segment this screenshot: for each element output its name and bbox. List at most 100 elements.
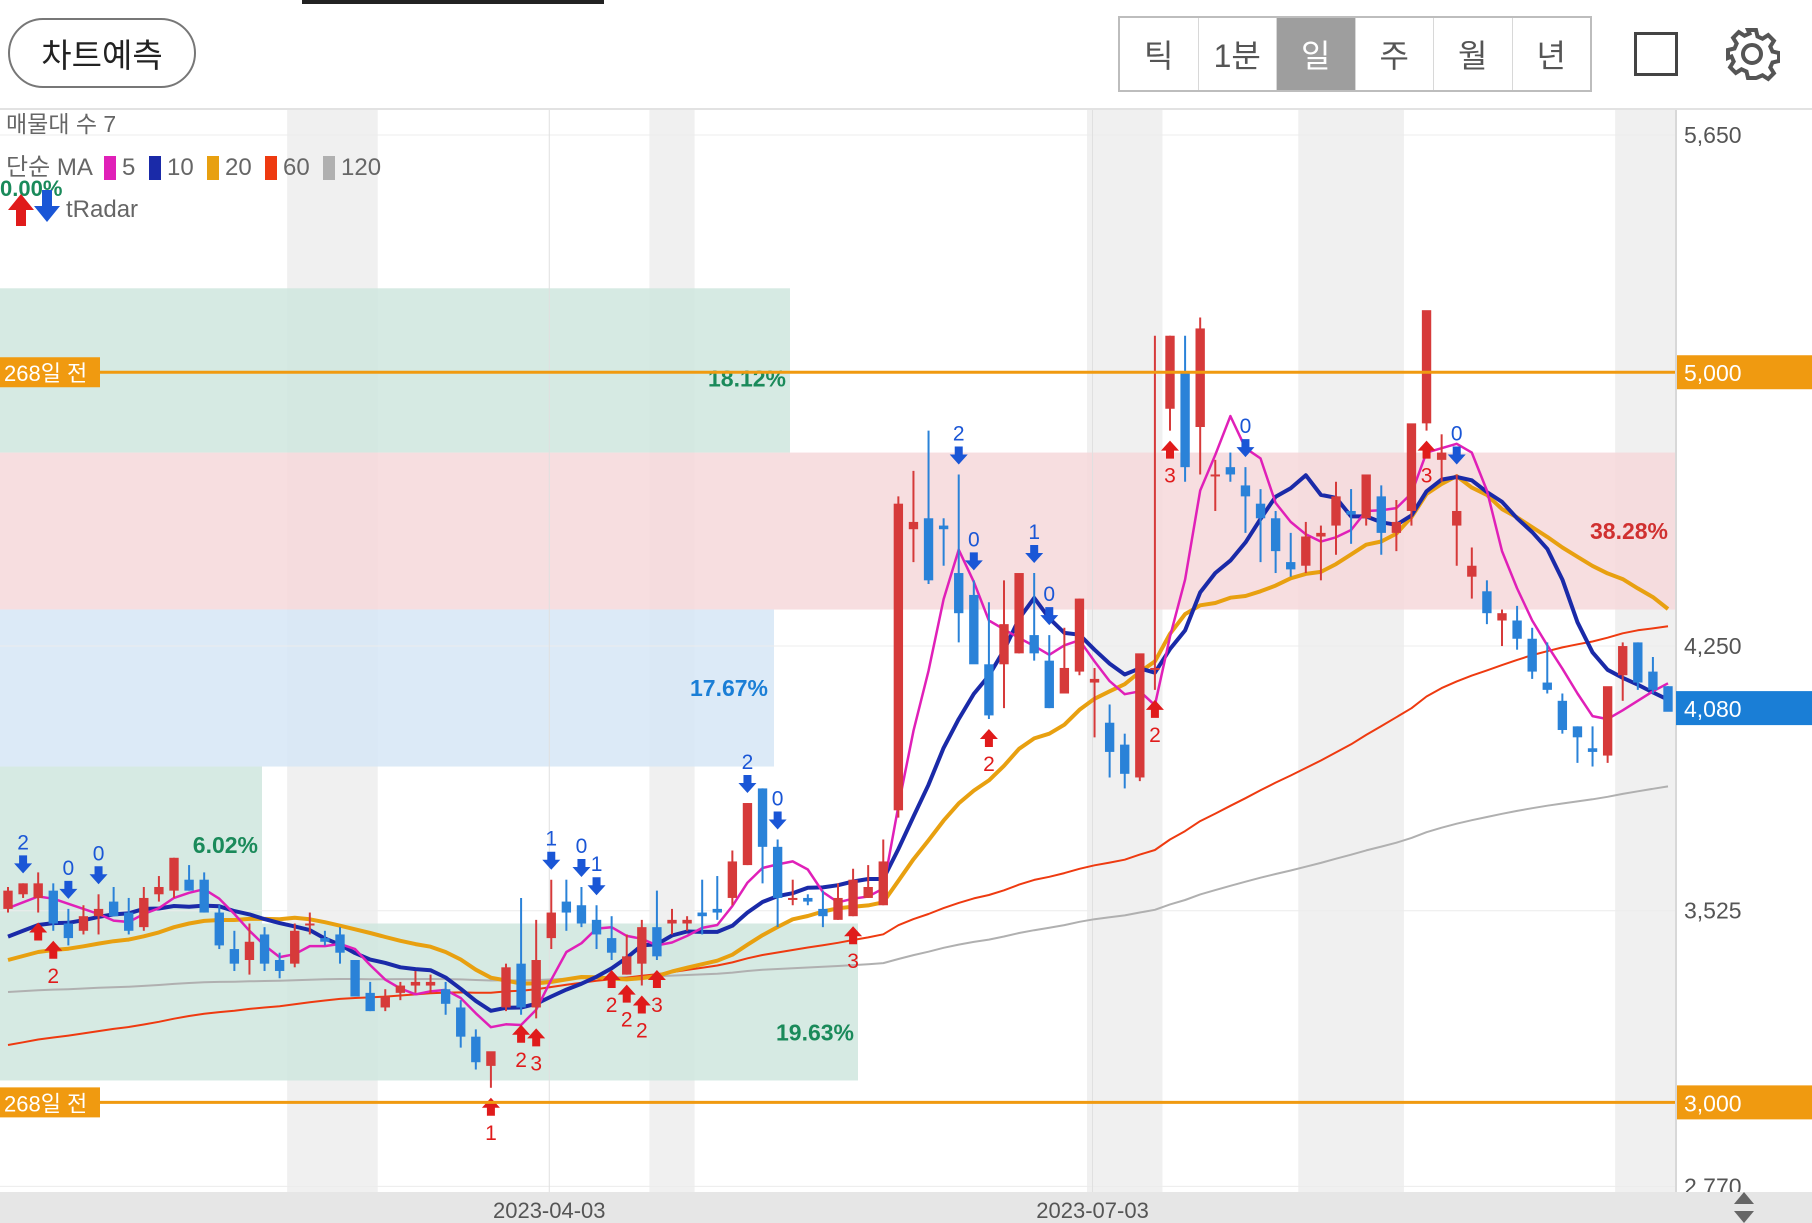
ma-legend-swatch [207,156,219,180]
signal-label: 2 [17,831,29,854]
candle-body [1361,474,1371,519]
ma-legend-label: 5 [122,154,135,181]
radar-label: tRadar [66,196,138,223]
y-tick-label: 5,650 [1684,122,1742,148]
candle-body [425,981,436,986]
volume-zone-label: 19.63% [776,1019,854,1045]
candle-body [1044,660,1054,709]
candle [3,886,13,913]
candle-body [93,908,104,917]
candle-body [1406,423,1417,511]
signal-label: 3 [530,1052,542,1075]
candlestick-chart[interactable]: 200212 31 0122 232032021023030 18.12%38.28%… [0,110,1812,1223]
ma-legend-label: 60 [283,154,310,181]
candle-body [1074,598,1085,672]
y-tick-label: 4,250 [1684,633,1742,659]
signal-label: 1 [545,828,557,851]
candle-body [244,941,255,961]
candle-body [908,521,919,530]
signal-label: 0 [772,788,784,811]
signal-label: 2 [742,751,754,774]
candle [1421,310,1432,431]
fullscreen-toggle-icon[interactable] [1634,32,1678,76]
candle-body [440,989,451,1004]
ma-legend-swatch [104,156,116,180]
candle-body [1376,496,1386,533]
candle-body [591,919,602,935]
candle-body [1301,536,1311,566]
signal-label: 0 [968,528,980,551]
period-band [1298,110,1404,1192]
candle-body [1648,671,1658,690]
signal-label: 0 [576,835,588,858]
period-year-button[interactable]: 년 [1513,18,1591,90]
candle-body [305,923,315,926]
candle-body [1240,485,1251,497]
candle-body [1482,591,1492,614]
candle-body [1497,613,1507,621]
top-toolbar: 차트예측 틱 1분 일 주 월 년 [0,0,1812,110]
signal-label: 2 [983,753,995,776]
candle-body [516,963,526,1008]
candle-body [984,664,994,716]
period-month-button[interactable]: 월 [1434,18,1513,90]
ma-legend-label: 120 [341,154,381,181]
gear-icon[interactable] [1724,26,1780,82]
candle-body [124,912,134,931]
period-1min-button[interactable]: 1분 [1199,18,1277,90]
candle-body [1572,726,1583,738]
price-line-tag: 268일 전 [4,361,87,386]
candle-body [667,919,677,924]
candle-body [1210,474,1220,477]
chart-predict-button[interactable]: 차트예측 [8,18,196,88]
candle-body [380,996,390,1008]
signal-label: 1 [1028,521,1040,544]
candle-body [259,934,270,964]
signal-label: 2 [636,1020,648,1043]
candle-body [531,960,541,1008]
candle [501,963,511,1012]
candle-body [1542,682,1552,690]
candle-body [1587,748,1598,752]
candle-body [727,861,738,898]
x-axis-strip [0,1192,1812,1223]
signal-label: 2 [953,422,965,445]
signal-label: 2 [515,1049,527,1072]
ma-legend-swatch [265,156,277,180]
candle [1406,423,1417,526]
candle-body [863,886,873,898]
candle [1135,653,1145,782]
period-selector[interactable]: 틱 1분 일 주 월 년 [1118,16,1592,92]
candle-body [712,908,722,913]
volume-zone-label: 17.67% [690,675,768,701]
period-week-button[interactable]: 주 [1356,18,1434,90]
candle-body [999,624,1009,665]
period-tick-button[interactable]: 틱 [1120,18,1199,90]
candle-body [1286,562,1296,570]
signal-label: 1 [591,853,603,876]
volume-zone-label: 38.28% [1590,518,1668,544]
candle-body [63,923,74,939]
current-price-tag: 4,080 [1684,696,1742,722]
candle-body [320,938,330,942]
candle-body [1120,744,1130,774]
candle-body [1270,518,1281,552]
period-day-button[interactable]: 일 [1277,18,1356,90]
candle-body [1135,653,1145,778]
candle-body [954,573,964,614]
candle-body [350,960,360,997]
candle-body [1663,686,1673,712]
signal-label: 0 [1451,422,1463,445]
signal-label: 0 [1240,415,1252,438]
candle-body [1346,510,1356,515]
candle-body [486,1051,496,1066]
candle-body [274,960,285,971]
candle-body [1316,532,1326,537]
candle-body [1618,646,1628,676]
candle-body [335,934,345,953]
candle [1663,686,1673,712]
signal-label: 1 [485,1122,497,1145]
candle-body [154,886,164,895]
candle [1361,474,1371,526]
ma-legend-label: 10 [167,154,194,181]
